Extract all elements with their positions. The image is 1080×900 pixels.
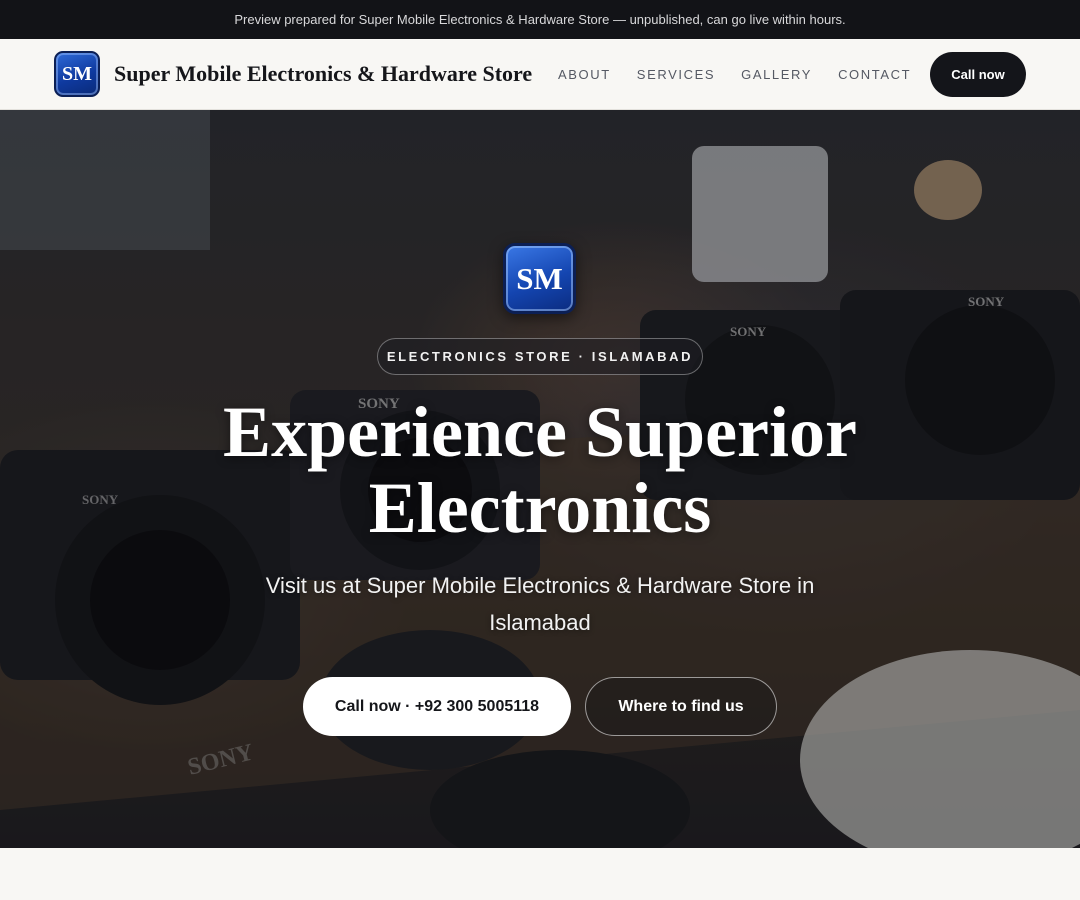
main-nav: ABOUT SERVICES GALLERY CONTACT xyxy=(558,39,937,110)
site-header: SM Super Mobile Electronics & Hardware S… xyxy=(0,39,1080,110)
hero-subtitle: Visit us at Super Mobile Electronics & H… xyxy=(265,573,815,635)
hero-call-button[interactable]: Call now · +92 300 5005118 xyxy=(303,677,571,736)
next-section xyxy=(0,848,1080,900)
nav-services[interactable]: SERVICES xyxy=(637,67,715,82)
hero-logo-badge: SM xyxy=(503,243,576,314)
nav-contact[interactable]: CONTACT xyxy=(838,67,911,82)
brand-name: Super Mobile Electronics & Hardware Stor… xyxy=(114,61,533,86)
logo-text: SM xyxy=(62,62,92,85)
hero-category-tag: ELECTRONICS STORE · ISLAMABAD xyxy=(377,338,703,375)
hero-logo-text: SM xyxy=(516,260,563,296)
header-call-button[interactable]: Call now xyxy=(930,52,1026,97)
preview-banner: Preview prepared for Super Mobile Electr… xyxy=(0,0,1080,39)
logo-badge: SM xyxy=(54,51,100,97)
hero-directions-button[interactable]: Where to find us xyxy=(585,677,777,736)
hero-section: SONY SONY SONY SONY SONY SM ELECTRONICS … xyxy=(0,110,1080,848)
nav-about[interactable]: ABOUT xyxy=(558,67,611,82)
hero-title: Experience Superior Electronics xyxy=(223,392,857,548)
brand-home-link[interactable]: SM Super Mobile Electronics & Hardware S… xyxy=(54,51,532,97)
preview-banner-text: Preview prepared for Super Mobile Electr… xyxy=(234,12,846,27)
nav-gallery[interactable]: GALLERY xyxy=(741,67,812,82)
